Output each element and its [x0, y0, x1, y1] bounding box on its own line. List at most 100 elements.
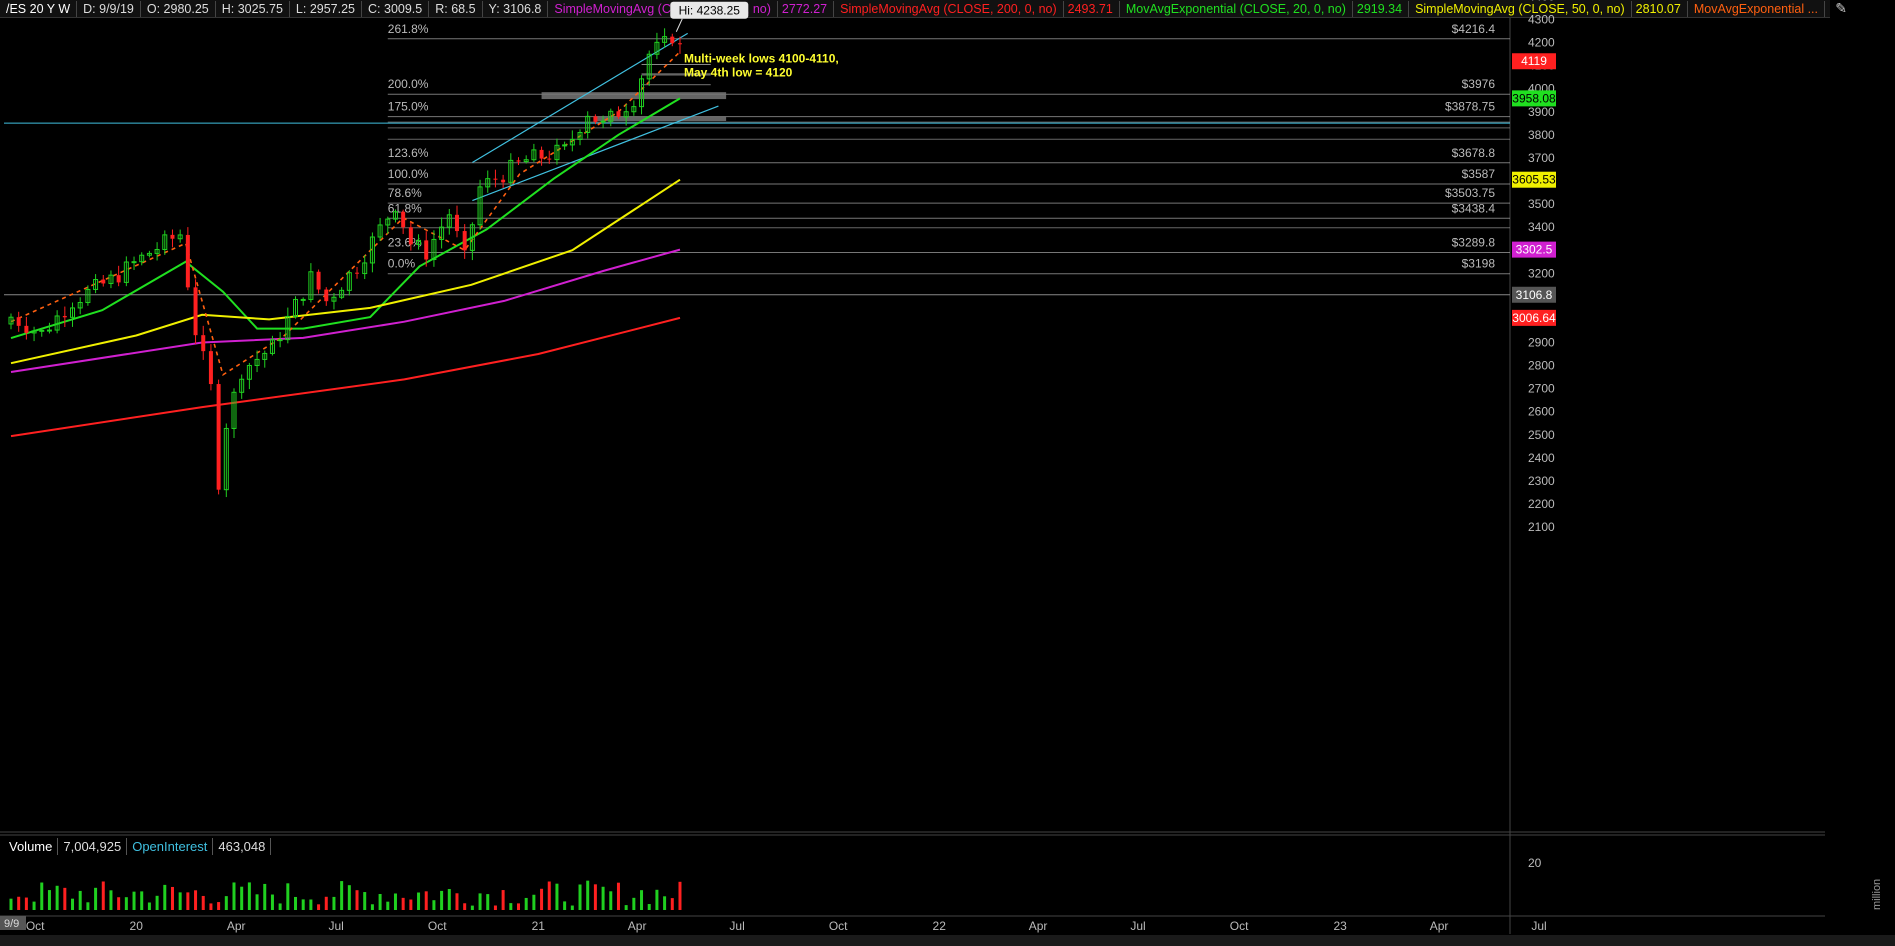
volume-bar: [447, 889, 451, 910]
candle-body: [216, 384, 221, 490]
fib-level-price: $3678.8: [1452, 146, 1496, 160]
volume-bar: [655, 889, 659, 910]
volume-bar: [663, 896, 667, 910]
status-bar: [0, 935, 1895, 946]
volume-bar: [370, 904, 374, 910]
fib-level-pct: 175.0%: [388, 100, 429, 114]
volume-bar: [355, 890, 359, 910]
price-chart[interactable]: 2100220023002400250026002700280029003000…: [0, 0, 1895, 946]
volume-bar: [186, 892, 190, 910]
volume-bar: [532, 894, 536, 910]
volume-bar: [140, 891, 144, 910]
x-tick-label: Jul: [1531, 919, 1546, 933]
y-tick-label: 3800: [1528, 128, 1555, 142]
x-tick-label: Oct: [829, 919, 848, 933]
volume-bar: [17, 896, 21, 910]
volume-bar: [432, 900, 436, 910]
fib-level-pct: 78.6%: [388, 186, 422, 200]
fib-level-pct: 0.0%: [388, 257, 416, 271]
volume-bar: [224, 896, 228, 910]
candle-body: [185, 234, 190, 288]
volume-bar: [593, 884, 597, 910]
y-tick-label: 3400: [1528, 220, 1555, 234]
open-interest-value: 463,048: [213, 838, 272, 855]
volume-header: Volume 7,004,925 OpenInterest 463,048: [4, 838, 272, 855]
candle-body: [593, 116, 598, 122]
volume-bar: [255, 894, 259, 910]
gray-zone: [595, 116, 727, 121]
volume-bar: [147, 902, 151, 910]
candle-body: [670, 36, 675, 44]
x-tick-label: Apr: [227, 919, 246, 933]
volume-bar: [286, 883, 290, 910]
volume-bar: [347, 885, 351, 910]
volume-bar: [94, 887, 98, 910]
volume-bar: [386, 901, 390, 910]
volume-bar: [440, 890, 444, 910]
volume-bar: [71, 898, 75, 910]
volume-bar: [194, 890, 198, 910]
x-tick-label: 21: [532, 919, 546, 933]
y-tick-label: 2200: [1528, 497, 1555, 511]
high-label: Hi: 4238.25: [679, 4, 741, 18]
note-line-1: Multi-week lows 4100-4110,: [684, 52, 839, 66]
x-tick-label: 23: [1333, 919, 1347, 933]
x-tick-label: Apr: [628, 919, 647, 933]
y-tick-label: 2700: [1528, 382, 1555, 396]
volume-bar: [101, 881, 105, 910]
volume-bar: [217, 902, 221, 910]
y-tick-label: 4400: [1528, 0, 1555, 3]
fib-level-price: $3198: [1462, 257, 1496, 271]
candle-body: [316, 271, 321, 290]
volume-bar: [678, 881, 682, 910]
volume-bar: [570, 905, 574, 910]
candle-body: [324, 289, 329, 302]
candle-body: [600, 120, 606, 123]
volume-bar: [340, 881, 344, 910]
price-tag-label: 3605.53: [1512, 173, 1556, 187]
x-tick-label: Jul: [729, 919, 744, 933]
candle-body: [401, 211, 406, 228]
x-start-tag-label: 9/9: [4, 918, 19, 930]
volume-bar: [201, 895, 205, 910]
price-tag-label: 3006.64: [1512, 311, 1556, 325]
candle-body: [277, 339, 283, 342]
volume-bar: [393, 893, 397, 910]
volume-y-tick: 20: [1528, 856, 1542, 870]
gray-zone: [641, 84, 711, 86]
volume-bar: [601, 886, 605, 910]
price-tag-label: 3106.8: [1516, 288, 1553, 302]
volume-bar: [55, 885, 59, 910]
candle-body: [516, 160, 521, 162]
volume-bar: [63, 887, 67, 910]
candle-body: [201, 335, 206, 352]
candle-body: [616, 111, 621, 117]
fib-level-pct: 123.6%: [388, 146, 429, 160]
open-interest-label: OpenInterest: [127, 838, 214, 855]
candle-body: [501, 179, 506, 183]
volume-bar: [670, 898, 674, 910]
y-tick-label: 3200: [1528, 266, 1555, 280]
x-tick-label: Oct: [1230, 919, 1249, 933]
x-tick-label: Jul: [1130, 919, 1145, 933]
price-tag-label: 4119: [1521, 54, 1547, 68]
x-tick-label: 22: [933, 919, 947, 933]
volume-bar: [563, 901, 567, 910]
fib-level-price: $3503.75: [1445, 186, 1495, 200]
fib-level-price: $3289.8: [1452, 236, 1496, 250]
x-tick-label: Apr: [1430, 919, 1449, 933]
candle-body: [62, 315, 67, 318]
fib-level-price: $3878.75: [1445, 100, 1495, 114]
volume-bar: [47, 890, 51, 910]
volume-bar: [378, 893, 382, 910]
volume-bar: [301, 899, 305, 910]
y-tick-label: 3500: [1528, 197, 1555, 211]
fib-level-price: $3587: [1462, 167, 1496, 181]
volume-bar: [647, 904, 651, 910]
candle-body: [24, 325, 29, 333]
candle-body: [493, 178, 498, 180]
volume-bar: [270, 894, 274, 910]
volume-bar: [540, 888, 544, 910]
volume-bar: [609, 891, 613, 910]
volume-bar: [493, 905, 497, 910]
